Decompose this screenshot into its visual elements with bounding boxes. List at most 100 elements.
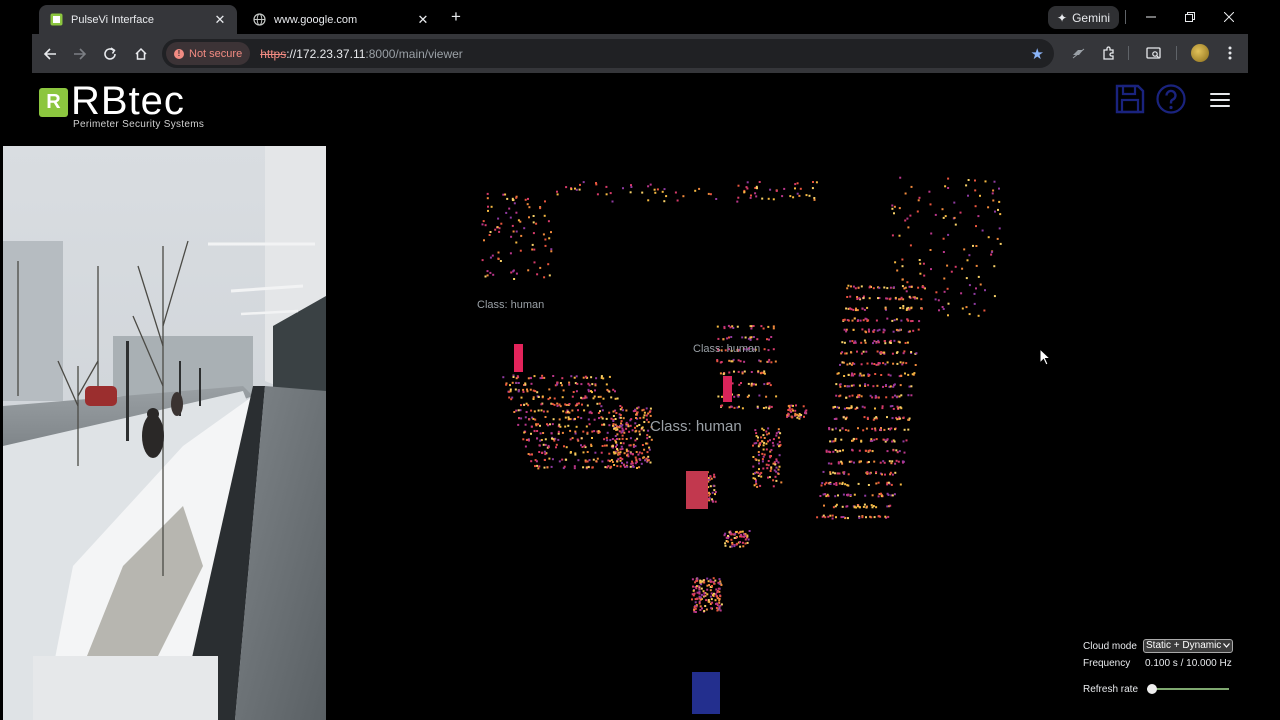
frequency-value: 0.100 s / 10.000 Hz	[1145, 657, 1232, 669]
point-cluster	[717, 336, 773, 341]
new-tab-button[interactable]: +	[446, 8, 466, 28]
close-window-icon[interactable]	[1220, 8, 1238, 26]
profile-avatar[interactable]	[1191, 44, 1209, 62]
point-cluster	[530, 457, 641, 463]
logo-tagline: Perimeter Security Systems	[73, 119, 205, 130]
point-cluster	[822, 470, 897, 476]
point-cluster	[522, 436, 628, 442]
divider	[1176, 46, 1177, 60]
point-cluster	[819, 492, 896, 498]
bookmark-star-icon[interactable]: ★	[1031, 45, 1044, 63]
point-cluster	[720, 404, 773, 410]
hamburger-menu-icon[interactable]	[1210, 93, 1230, 107]
tab-close-icon[interactable]: ✕	[416, 12, 430, 27]
point-cluster	[835, 394, 913, 399]
point-cluster	[840, 350, 918, 355]
point-cluster	[513, 409, 624, 415]
restore-icon[interactable]	[1181, 8, 1199, 26]
point-cluster	[524, 443, 635, 449]
back-arrow-icon[interactable]	[40, 44, 60, 64]
divider	[1128, 46, 1129, 60]
point-cluster	[508, 395, 619, 401]
gemini-button[interactable]: ✦ Gemini	[1048, 6, 1120, 29]
point-cluster	[520, 402, 622, 408]
point-cluster	[891, 176, 1002, 317]
divider	[1125, 10, 1126, 24]
tab-close-icon[interactable]: ✕	[213, 12, 227, 27]
point-cluster	[719, 370, 766, 376]
point-cluster	[823, 503, 892, 509]
slider-thumb[interactable]	[1147, 684, 1157, 694]
address-bar[interactable]: ! Not secure https://172.23.37.11:8000/m…	[162, 39, 1054, 68]
tab-google[interactable]: www.google.com ✕	[242, 5, 440, 34]
warning-icon: !	[174, 48, 184, 59]
browser-toolbar: ! Not secure https://172.23.37.11:8000/m…	[32, 34, 1248, 73]
chevron-down-icon	[1223, 640, 1231, 652]
slider-track	[1147, 688, 1229, 690]
not-secure-label: Not secure	[189, 47, 243, 60]
point-cloud-viewer[interactable]: Class: human Class: human Class: human	[326, 146, 1280, 720]
logo-wordmark: RBtec	[71, 79, 185, 123]
url-host: ://172.23.37.11	[286, 46, 366, 61]
point-cluster	[832, 405, 903, 410]
point-cluster	[726, 382, 772, 387]
point-cluster	[556, 181, 718, 203]
point-cluster	[828, 427, 910, 432]
point-cluster	[502, 374, 611, 380]
point-cluster	[841, 339, 909, 345]
help-icon[interactable]	[1155, 83, 1187, 115]
viewer-controls: Cloud mode Static + Dynamic Frequency 0.…	[1083, 638, 1243, 698]
rbtec-logo: R RBtec Perimeter Security Systems	[39, 79, 249, 133]
point-cluster	[481, 192, 553, 280]
point-cluster	[842, 317, 921, 323]
reload-icon[interactable]	[100, 44, 120, 64]
tab-title: www.google.com	[274, 13, 358, 26]
extensions-icon[interactable]	[1099, 44, 1117, 62]
point-cluster	[845, 306, 923, 312]
sparkle-icon: ✦	[1057, 10, 1068, 25]
camera-image	[3, 146, 326, 720]
point-cloud-canvas[interactable]	[326, 146, 1280, 720]
point-cluster	[786, 404, 808, 420]
not-secure-chip[interactable]: ! Not secure	[166, 42, 251, 65]
save-icon[interactable]	[1114, 83, 1146, 115]
forward-arrow-icon[interactable]	[70, 44, 90, 64]
detected-object	[514, 344, 523, 372]
search-tab-icon[interactable]	[1144, 44, 1162, 62]
point-cluster	[827, 459, 905, 465]
cloud-mode-select[interactable]: Static + Dynamic	[1143, 639, 1234, 653]
point-cluster	[691, 577, 723, 613]
detection-label: Class: human	[650, 418, 742, 435]
logo-mark: R	[39, 88, 68, 117]
point-cluster	[723, 530, 751, 548]
more-vertical-icon[interactable]	[1221, 44, 1239, 62]
cloud-mode-value: Static + Dynamic	[1146, 640, 1222, 651]
refresh-rate-slider[interactable]	[1147, 684, 1229, 694]
frequency-label: Frequency	[1083, 657, 1131, 669]
point-cluster	[816, 514, 890, 520]
detection-label: Class: human	[693, 343, 761, 355]
point-cluster	[820, 481, 902, 487]
url-text[interactable]: https://172.23.37.11:8000/main/viewer	[260, 47, 463, 61]
point-cluster	[523, 429, 631, 435]
globe-icon	[252, 13, 266, 27]
mouse-cursor-icon	[1039, 347, 1052, 371]
point-cluster	[507, 388, 616, 394]
extension-puzzle-alt-icon[interactable]	[1069, 44, 1087, 62]
minimize-icon[interactable]	[1142, 8, 1160, 26]
point-cluster	[836, 372, 916, 378]
point-cluster	[833, 415, 911, 421]
point-cluster	[835, 383, 913, 388]
detection-label: Class: human	[477, 299, 545, 311]
point-cluster	[846, 284, 926, 290]
gemini-label: Gemini	[1072, 10, 1111, 25]
home-icon[interactable]	[131, 44, 151, 64]
tab-pulsevi[interactable]: PulseVi Interface ✕	[39, 5, 237, 34]
point-cluster	[825, 448, 906, 454]
point-cluster	[716, 324, 775, 330]
point-cluster	[736, 181, 818, 203]
detected-object	[692, 672, 720, 714]
detected-object	[686, 471, 708, 509]
point-cluster	[839, 361, 917, 366]
point-cluster	[505, 381, 608, 387]
